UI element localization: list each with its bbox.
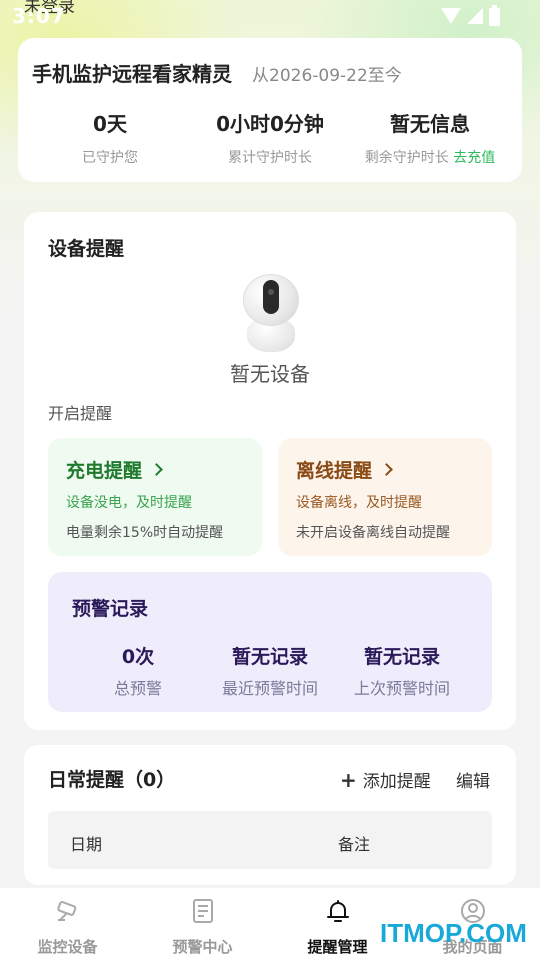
offline-reminder-card[interactable]: 离线提醒 设备离线，及时提醒 未开启设备离线自动提醒 — [278, 438, 492, 556]
column-header-date: 日期 — [70, 835, 103, 854]
tab-alert-center[interactable]: 预警中心 — [135, 898, 270, 957]
wifi-icon — [441, 8, 461, 24]
alert-stat-label: 总预警 — [113, 679, 162, 698]
offline-reminder-title: 离线提醒 — [296, 460, 373, 482]
stat-value: 暂无信息 — [390, 112, 470, 136]
daily-reminder-title: 日常提醒（0） — [48, 769, 176, 791]
recharge-link[interactable]: 去充值 — [453, 150, 495, 166]
charge-reminder-subtitle: 设备没电，及时提醒 — [66, 495, 192, 511]
add-reminder-button[interactable]: + 添加提醒 — [340, 767, 431, 793]
document-icon — [192, 899, 213, 923]
status-time: 3:07 — [12, 4, 66, 28]
camera-icon — [56, 901, 76, 921]
stat-total-duration: 0小时0分钟 累计守护时长 — [210, 108, 330, 167]
stat-value: 0天 — [93, 112, 127, 136]
tab-label: 监控设备 — [37, 938, 98, 956]
empty-device-text: 暂无设备 — [230, 362, 310, 386]
stat-guarded-days: 0天 已守护您 — [60, 108, 160, 167]
app-title: 手机监护远程看家精灵 — [32, 62, 232, 86]
section-title: 设备提醒 — [48, 238, 125, 260]
battery-icon — [489, 5, 500, 26]
stat-label: 累计守护时长 — [228, 150, 312, 166]
open-reminder-label: 开启提醒 — [48, 404, 113, 423]
tab-monitor-devices[interactable]: 监控设备 — [0, 898, 135, 957]
watermark-logo: ITMOP.COM — [380, 918, 527, 948]
chevron-right-icon — [380, 463, 393, 476]
charge-reminder-title: 充电提醒 — [66, 460, 143, 482]
stat-remaining-duration: 暂无信息 剩余守护时长 去充值 — [358, 108, 502, 167]
guard-summary-card: 手机监护远程看家精灵 从2026-09-22至今 0天 已守护您 0小时0分钟 … — [18, 38, 522, 182]
alert-record-title: 预警记录 — [72, 598, 149, 620]
edit-button[interactable]: 编辑 — [456, 767, 490, 792]
alert-stat-value: 0次 — [121, 646, 155, 668]
alert-stat-recent: 暂无记录 最近预警时间 — [210, 642, 330, 699]
alert-stat-value: 暂无记录 — [363, 646, 440, 668]
offline-reminder-desc: 未开启设备离线自动提醒 — [296, 525, 450, 541]
stat-label: 剩余守护时长 — [364, 150, 449, 166]
since-date: 从2026-09-22至今 — [252, 66, 402, 86]
table-header: 日期 备注 — [48, 811, 492, 869]
plus-icon: + — [340, 767, 357, 792]
daily-reminder-card: 日常提醒（0） + 添加提醒 编辑 日期 备注 — [24, 745, 516, 885]
charge-reminder-title-row: 充电提醒 — [66, 456, 163, 483]
bell-icon — [326, 900, 349, 922]
offline-reminder-subtitle: 设备离线，及时提醒 — [296, 495, 422, 511]
device-reminder-card: 设备提醒 暂无设备 开启提醒 充电提醒 设备没电，及时提醒 电量剩余15%时自动… — [24, 212, 516, 730]
alert-stat-last: 暂无记录 上次预警时间 — [342, 642, 462, 699]
stat-value: 0小时0分钟 — [216, 112, 324, 136]
signal-icon — [467, 8, 483, 24]
camera-illustration-icon — [243, 274, 299, 354]
offline-reminder-title-row: 离线提醒 — [296, 456, 393, 483]
stat-label: 已守护您 — [82, 150, 138, 166]
status-bar: 未登录 3:07 — [0, 0, 540, 34]
chevron-right-icon — [150, 463, 163, 476]
status-icons — [441, 5, 500, 26]
alert-stat-label: 上次预警时间 — [353, 679, 450, 698]
alert-stat-label: 最近预警时间 — [221, 679, 318, 698]
alert-stat-value: 暂无记录 — [231, 646, 308, 668]
charge-reminder-desc: 电量剩余15%时自动提醒 — [66, 525, 224, 541]
tab-label: 预警中心 — [172, 938, 233, 956]
alert-stat-total: 0次 总预警 — [88, 642, 188, 699]
add-reminder-label: 添加提醒 — [362, 772, 431, 792]
charge-reminder-card[interactable]: 充电提醒 设备没电，及时提醒 电量剩余15%时自动提醒 — [48, 438, 262, 556]
alert-record-card[interactable]: 预警记录 0次 总预警 暂无记录 最近预警时间 暂无记录 上次预警时间 — [48, 572, 492, 712]
column-header-note: 备注 — [338, 835, 371, 854]
stat-label-row: 剩余守护时长 去充值 — [358, 147, 502, 167]
